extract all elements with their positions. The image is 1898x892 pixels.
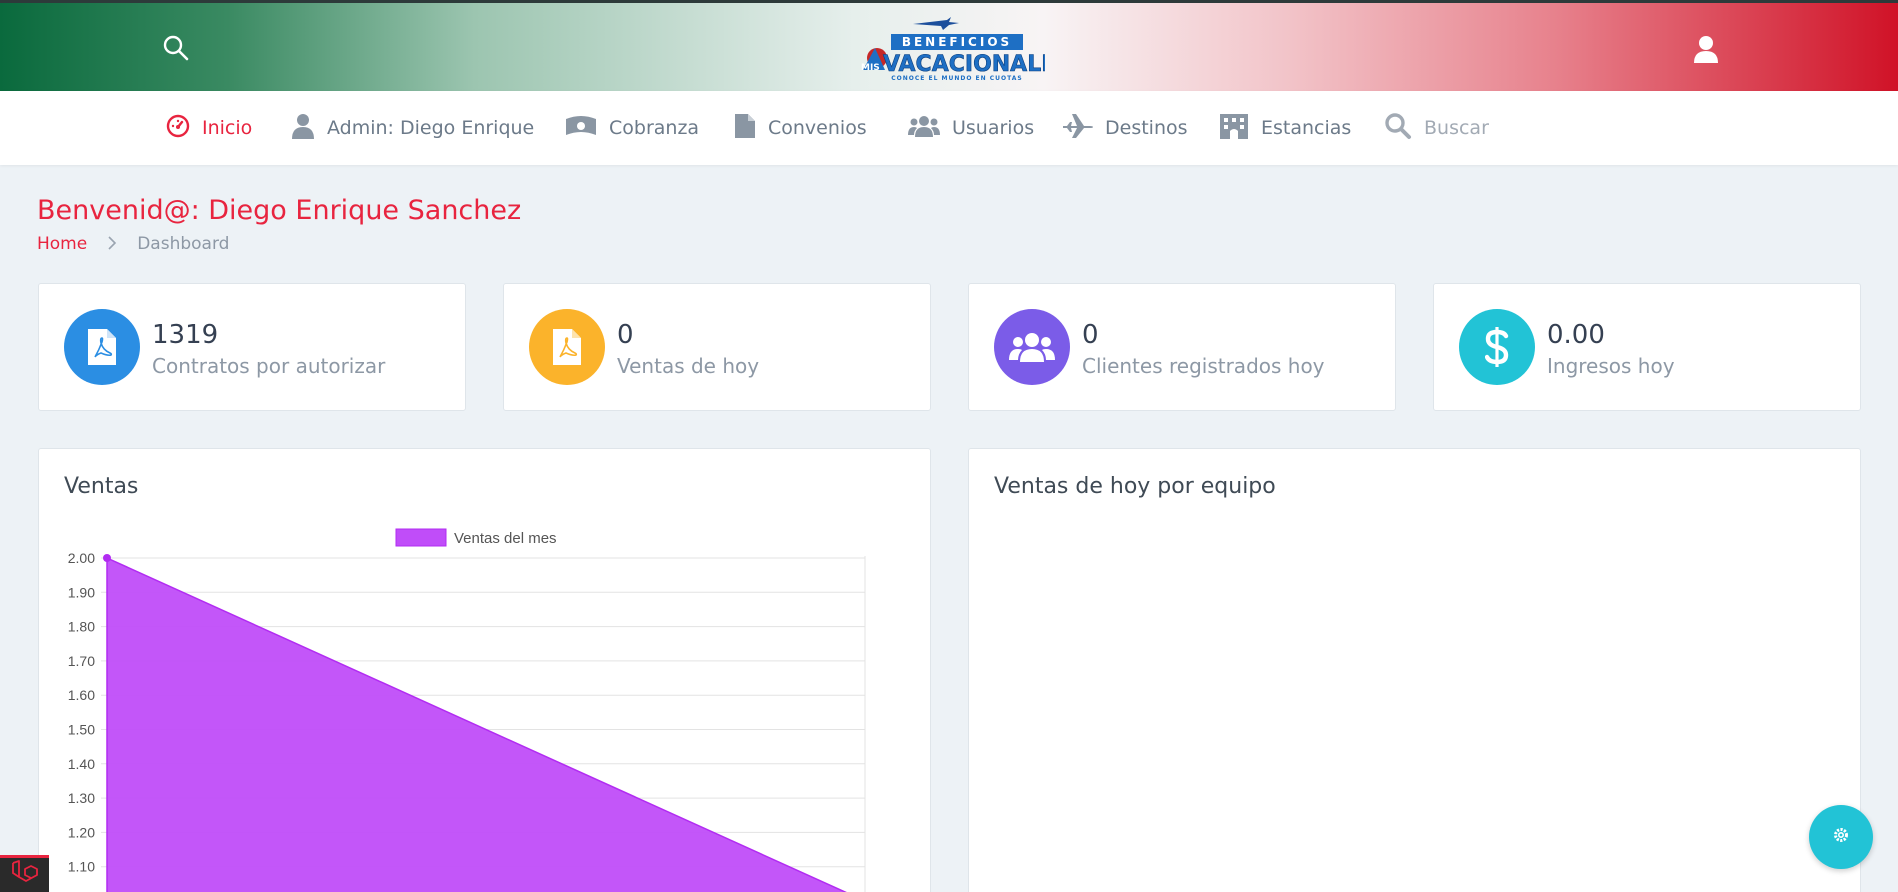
logo-line1: BENEFICIOS (902, 35, 1012, 49)
nav-item-estancias[interactable]: Estancias (1219, 91, 1351, 165)
stat-card-clientes: 0 Clientes registrados hoy (968, 283, 1396, 411)
breadcrumb: Home Dashboard (37, 234, 229, 254)
series-area-ventas-del-mes (106, 556, 847, 892)
legend-label: Ventas del mes (454, 530, 557, 547)
stat-label: Ingresos hoy (1547, 354, 1675, 378)
money-icon (565, 115, 597, 142)
logo-tagline: CONOCE EL MUNDO EN CUOTAS (891, 75, 1022, 82)
y-tick-label: 1.80 (68, 619, 95, 635)
ventas-chart: 2.00 1.90 1.80 1.70 1.60 1.50 1.40 1.30 1.20 1.10… (68, 528, 866, 892)
nav-item-label: Inicio (202, 117, 253, 139)
file-icon (734, 113, 756, 144)
main-nav: Inicio Admin: Diego Enrique Cobranza Con… (0, 91, 1898, 165)
nav-item-label: Convenios (768, 117, 867, 139)
stat-value: 0.00 (1547, 320, 1605, 350)
logo-line2: VACACIONALES (883, 52, 1045, 77)
top-header: BENEFICIOS MIS VACACIONALES CONOCE EL MU… (0, 0, 1898, 91)
legend-swatch (395, 528, 447, 547)
y-tick-label: 1.30 (68, 790, 95, 806)
laravel-icon (11, 860, 39, 890)
ventas-equipo-panel: Ventas de hoy por equipo (968, 448, 1861, 892)
building-icon (1219, 113, 1249, 144)
y-tick-label: 1.90 (68, 584, 95, 600)
pdf-file-icon (529, 309, 605, 385)
nav-item-admin[interactable]: Admin: Diego Enrique (291, 91, 534, 165)
stat-card-contratos: 1319 Contratos por autorizar (38, 283, 466, 411)
logo-line2-small: MIS (861, 63, 880, 73)
dollar-icon (1459, 309, 1535, 385)
nav-item-usuarios[interactable]: Usuarios (908, 91, 1034, 165)
nav-item-cobranza[interactable]: Cobranza (565, 91, 699, 165)
user-icon[interactable] (1692, 34, 1720, 64)
users-icon (908, 114, 940, 143)
nav-item-inicio[interactable]: Inicio (166, 91, 252, 165)
stat-label: Clientes registrados hoy (1082, 354, 1325, 378)
y-tick-label: 1.70 (68, 653, 95, 669)
dashboard-icon (166, 114, 190, 143)
search-icon (1384, 112, 1412, 145)
users-icon (994, 309, 1070, 385)
nav-item-label: Destinos (1105, 117, 1188, 139)
y-tick-label: 2.00 (68, 550, 95, 566)
nav-item-destinos[interactable]: Destinos (1063, 91, 1188, 165)
y-tick-label: 1.20 (68, 824, 95, 840)
data-point (103, 554, 111, 562)
y-tick-label: 1.10 (68, 859, 95, 875)
search-icon[interactable] (162, 34, 190, 62)
y-tick-label: 1.40 (68, 756, 95, 772)
nav-item-label: Usuarios (952, 117, 1035, 139)
panel-title: Ventas de hoy por equipo (994, 474, 1276, 499)
stat-label: Ventas de hoy (617, 354, 760, 378)
pdf-file-icon (64, 309, 140, 385)
laravel-badge[interactable] (0, 855, 49, 892)
ventas-panel: Ventas 2.00 1.90 1.80 1.70 1.60 1.50 1.40 1.30 1… (38, 448, 931, 892)
gear-icon (1832, 826, 1850, 848)
nav-item-label: Buscar (1424, 117, 1489, 139)
user-icon (291, 113, 315, 144)
page-title: Benvenid@: Diego Enrique Sanchez (37, 195, 522, 226)
breadcrumb-home-link[interactable]: Home (37, 234, 87, 254)
stat-label: Contratos por autorizar (152, 354, 386, 378)
nav-item-label: Estancias (1261, 117, 1352, 139)
stat-value: 0 (1082, 320, 1099, 350)
plane-icon (1063, 113, 1093, 144)
breadcrumb-current: Dashboard (137, 234, 230, 254)
stat-value: 0 (617, 320, 634, 350)
nav-item-buscar[interactable]: Buscar (1384, 91, 1489, 165)
y-tick-label: 1.50 (68, 722, 95, 738)
y-tick-label: 1.60 (68, 687, 95, 703)
chevron-right-icon (107, 235, 117, 254)
stat-card-ingresos: 0.00 Ingresos hoy (1433, 283, 1861, 411)
nav-item-convenios[interactable]: Convenios (734, 91, 867, 165)
nav-item-label: Cobranza (609, 117, 700, 139)
nav-item-label: Admin: Diego Enrique (327, 117, 535, 139)
brand-logo[interactable]: BENEFICIOS MIS VACACIONALES CONOCE EL MU… (855, 14, 1072, 82)
settings-button[interactable] (1809, 805, 1873, 869)
stat-value: 1319 (152, 320, 219, 350)
stat-card-ventas-hoy: 0 Ventas de hoy (503, 283, 931, 411)
